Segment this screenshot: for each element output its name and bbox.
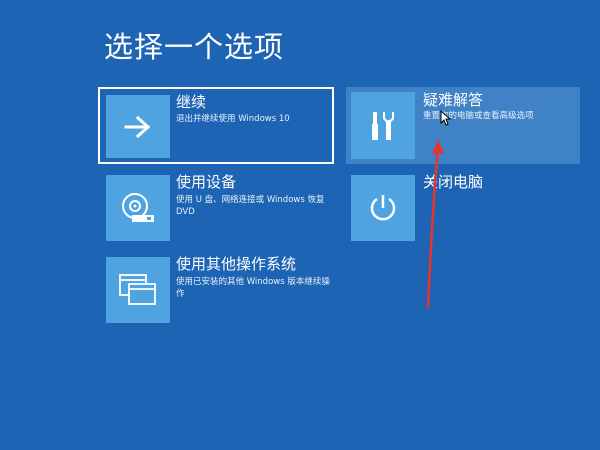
other-os-option[interactable]: 使用其他操作系统 使用已安装的其他 Windows 版本继续操作 xyxy=(106,255,336,327)
disc-drive-icon xyxy=(122,193,154,222)
continue-option[interactable]: 继续 退出并继续使用 Windows 10 xyxy=(98,87,334,164)
troubleshoot-label: 疑难解答 xyxy=(423,91,484,109)
power-icon xyxy=(370,195,396,221)
windows-stack-icon xyxy=(119,274,156,305)
use-device-description: 使用 U 盘、网络连接或 Windows 恢复 DVD xyxy=(176,195,325,217)
tools-icon xyxy=(372,111,394,140)
use-device-option[interactable]: 使用设备 使用 U 盘、网络连接或 Windows 恢复 DVD xyxy=(106,173,336,243)
continue-description: 退出并继续使用 Windows 10 xyxy=(176,114,290,124)
other-os-description: 使用已安装的其他 Windows 版本继续操作 xyxy=(176,277,330,299)
use-device-label: 使用设备 xyxy=(176,173,237,191)
shutdown-label: 关闭电脑 xyxy=(423,173,484,191)
other-os-tile xyxy=(106,257,170,323)
troubleshoot-tile xyxy=(351,92,415,159)
continue-tile xyxy=(106,95,170,158)
arrow-right-icon xyxy=(124,115,151,138)
page-title: 选择一个选项 xyxy=(104,30,285,64)
troubleshoot-option[interactable]: 疑难解答 重置你的电脑或查看高级选项 xyxy=(346,87,580,164)
other-os-label: 使用其他操作系统 xyxy=(176,255,297,273)
shutdown-tile xyxy=(351,175,415,241)
mouse-pointer-icon xyxy=(440,110,452,126)
continue-label: 继续 xyxy=(176,93,207,111)
shutdown-option[interactable]: 关闭电脑 xyxy=(351,173,531,243)
use-device-tile xyxy=(106,175,170,241)
